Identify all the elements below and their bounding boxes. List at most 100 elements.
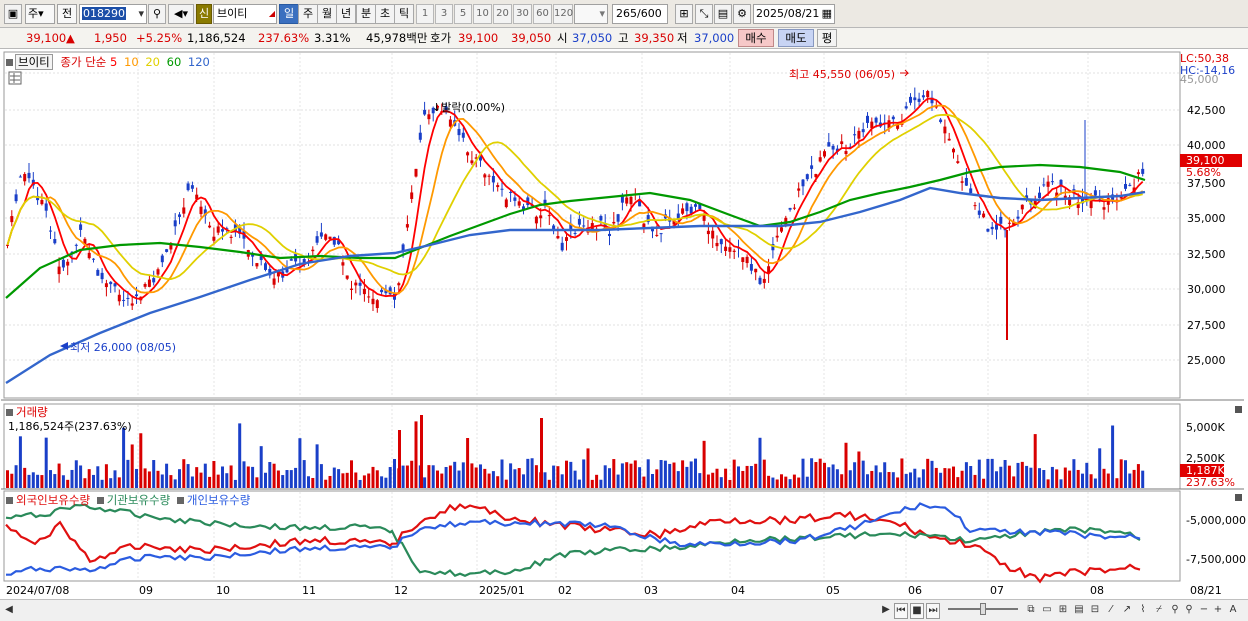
period-day[interactable]: 일 [279, 4, 299, 24]
bid-price: 39,050 [511, 31, 552, 45]
period-week[interactable]: 주 [298, 4, 318, 24]
candle-body [939, 119, 943, 123]
compare-icon[interactable]: ⊟ [1088, 603, 1102, 619]
volume-bar [1072, 459, 1076, 488]
scroll-bar[interactable]: ◀ ▶ ⏮ ■ ⏭ ⧉ ▭ ⊞ ▤ ⊟ ⁄ ↗ ⌇ ⌿ ⚲ ⚲ − + A [0, 599, 1248, 621]
volume-bar [1055, 469, 1059, 488]
chart-window-icon[interactable]: ▣ [4, 4, 22, 24]
search-icon[interactable]: ⚲ [1182, 603, 1196, 619]
volume-bar [904, 473, 908, 488]
period-second[interactable]: 초 [375, 4, 395, 24]
volume-bar [543, 472, 547, 488]
interval-20[interactable]: 20 [493, 4, 512, 24]
crosshair-icon[interactable]: ⤡ [695, 4, 713, 24]
sell-button[interactable]: 매도 [778, 29, 814, 47]
date-field[interactable]: 2025/08/21 ▦ [753, 4, 835, 24]
scroll-left-icon[interactable]: ◀ [4, 603, 14, 619]
period-year[interactable]: 년 [336, 4, 356, 24]
candle-body [289, 259, 293, 261]
turnover-pct: 3.31% [314, 31, 351, 45]
scroll-right-icon[interactable]: ▶ [880, 603, 892, 619]
holdings-panel-close-icon[interactable] [1235, 494, 1242, 501]
zoom-out-icon[interactable]: − [1198, 603, 1210, 619]
volume-bar [440, 473, 444, 488]
candle-body [212, 236, 216, 241]
candle-body [517, 201, 521, 206]
period-tick[interactable]: 틱 [394, 4, 414, 24]
font-size-icon[interactable]: A [1226, 603, 1240, 619]
zoom-slider-handle[interactable] [980, 603, 986, 615]
candle-type-icon[interactable]: ⊞ [675, 4, 693, 24]
volume-panel-close-icon[interactable] [1235, 406, 1242, 413]
zoom-in-icon[interactable]: + [1212, 603, 1224, 619]
interval-10[interactable]: 10 [473, 4, 492, 24]
volume-bar [461, 462, 465, 488]
candle-body [926, 91, 930, 98]
data-count-field[interactable]: 265/600 [612, 4, 668, 24]
volume-bar [285, 470, 289, 488]
stock-code-input[interactable]: 018290 ▾ [79, 4, 147, 24]
candle-body [79, 224, 83, 230]
volume-bar [788, 479, 792, 488]
volume-bar [221, 466, 224, 488]
interval-1[interactable]: 1 [416, 4, 434, 24]
stock-code-value: 018290 [82, 7, 126, 20]
grid-icon[interactable]: ⊞ [1056, 603, 1070, 619]
volume-bar [797, 477, 801, 488]
interval-60[interactable]: 60 [533, 4, 552, 24]
prev-button[interactable]: 전 [57, 4, 77, 24]
layout-icon[interactable]: ⧉ [1024, 603, 1038, 619]
volume-bar [732, 459, 736, 488]
volume-bar [655, 469, 659, 488]
price-tick: 42,500 [1187, 104, 1226, 117]
save-icon[interactable]: ▤ [714, 4, 732, 24]
up-arrow-icon: ▲ [66, 31, 75, 45]
settings-gear-icon[interactable]: ⚙ [733, 4, 751, 24]
candle-body [1007, 222, 1011, 224]
volume-bar [453, 461, 457, 488]
trend-icon[interactable]: ↗ [1120, 603, 1134, 619]
last-page-icon[interactable]: ⏭ [926, 603, 940, 619]
pattern-icon[interactable]: ⌿ [1152, 603, 1166, 619]
x-tick: 09 [139, 584, 153, 597]
speaker-icon[interactable]: ◀▾ [168, 4, 194, 24]
magnify-icon[interactable]: ⚲ [1168, 603, 1182, 619]
interval-30[interactable]: 30 [513, 4, 532, 24]
chart-table-icon[interactable] [8, 71, 22, 85]
volume-bar [216, 474, 220, 488]
volume-bar [956, 477, 960, 488]
legend-stock-name[interactable]: 브이티 [15, 54, 53, 70]
period-month[interactable]: 월 [317, 4, 337, 24]
period-select[interactable]: 주▾ [25, 4, 55, 24]
interval-120[interactable]: 120 [553, 4, 573, 24]
stock-chart[interactable] [0, 50, 1248, 621]
interval-3[interactable]: 3 [435, 4, 453, 24]
candle-body [797, 188, 801, 191]
volume-bar [1007, 465, 1011, 488]
calendar-icon[interactable]: ▦ [822, 5, 832, 23]
interval-5[interactable]: 5 [454, 4, 472, 24]
window-icon[interactable]: ▭ [1040, 603, 1054, 619]
first-page-icon[interactable]: ⏮ [894, 603, 908, 619]
fibonacci-icon[interactable]: ⌇ [1136, 603, 1150, 619]
period-minute[interactable]: 분 [356, 4, 376, 24]
line-draw-icon[interactable]: ⁄ [1104, 603, 1118, 619]
stock-name-field[interactable]: 브이티 ◢ [213, 4, 277, 24]
stop-icon[interactable]: ■ [910, 603, 924, 619]
buy-button[interactable]: 매수 [738, 29, 774, 47]
candle-body [775, 235, 779, 238]
search-icon[interactable]: ⚲ [148, 4, 166, 24]
candle-body [371, 298, 375, 305]
volume-bar [608, 468, 611, 488]
credit-badge: 신 [196, 4, 212, 24]
candle-body [741, 257, 745, 263]
table-icon[interactable]: ▤ [1072, 603, 1086, 619]
evaluate-button[interactable]: 평 [817, 29, 837, 47]
volume-bar [345, 472, 349, 488]
candle-body [986, 228, 990, 232]
candle-body [1136, 172, 1140, 175]
volume-bar [990, 458, 994, 488]
candle-body [487, 175, 491, 177]
volume-bar [61, 475, 65, 488]
custom-interval-select[interactable]: ▾ [574, 4, 608, 24]
